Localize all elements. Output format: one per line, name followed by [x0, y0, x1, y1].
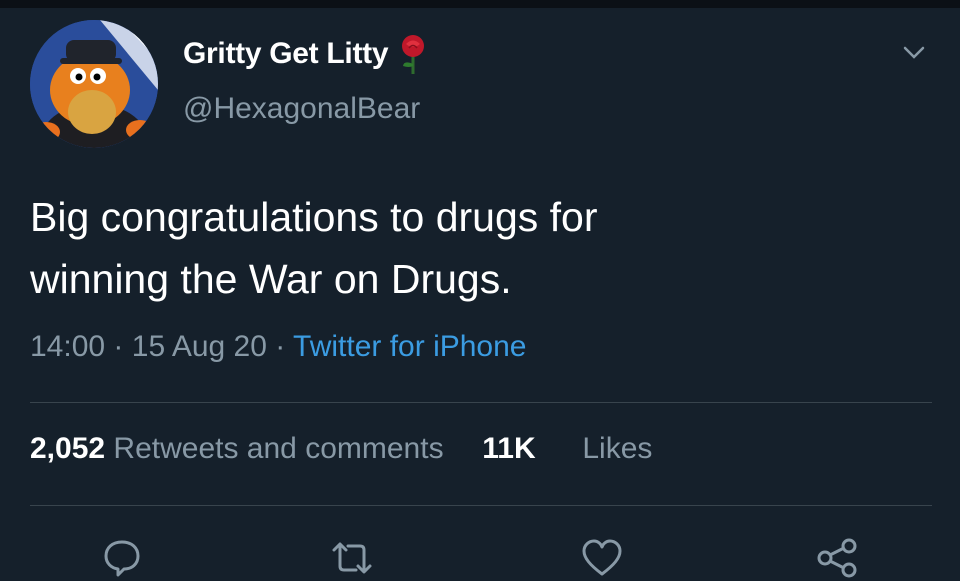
avatar[interactable]	[30, 20, 158, 148]
tweet-text-line: winning the War on Drugs.	[30, 256, 512, 302]
tweet-date: 15 Aug 20	[131, 330, 267, 363]
reply-icon[interactable]	[100, 536, 144, 580]
display-name[interactable]: Gritty Get Litty	[183, 37, 389, 71]
retweets-stat[interactable]: 2,052 Retweets and comments	[30, 432, 452, 465]
like-icon[interactable]	[580, 536, 624, 580]
retweets-label: Retweets and comments	[113, 432, 444, 465]
retweets-count: 2,052	[30, 432, 106, 465]
top-bar	[0, 0, 960, 8]
meta-separator: ·	[113, 330, 124, 363]
likes-label: Likes	[582, 432, 653, 465]
likes-count: 11K	[482, 432, 536, 465]
tweet-source-link[interactable]: Twitter for iPhone	[293, 330, 526, 363]
likes-stat[interactable]: 11K Likes	[482, 432, 652, 465]
rose-icon	[400, 34, 426, 74]
author-name-row[interactable]: Gritty Get Litty	[183, 34, 426, 74]
meta-separator: ·	[275, 330, 286, 363]
share-icon[interactable]	[815, 536, 859, 580]
divider	[30, 402, 932, 403]
chevron-down-icon[interactable]	[900, 38, 928, 66]
user-handle[interactable]: @HexagonalBear	[183, 92, 420, 126]
tweet-time: 14:00	[30, 330, 106, 363]
avatar-image	[30, 20, 158, 148]
retweet-icon[interactable]	[330, 536, 374, 580]
divider	[30, 505, 932, 506]
tweet-meta: 14:00 · 15 Aug 20 · Twitter for iPhone	[30, 330, 526, 364]
tweet-stats: 2,052 Retweets and comments 11K Likes	[30, 432, 652, 466]
tweet-text: Big congratulations to drugs for winning…	[30, 186, 930, 310]
tweet-text-line: Big congratulations to drugs for	[30, 194, 598, 240]
